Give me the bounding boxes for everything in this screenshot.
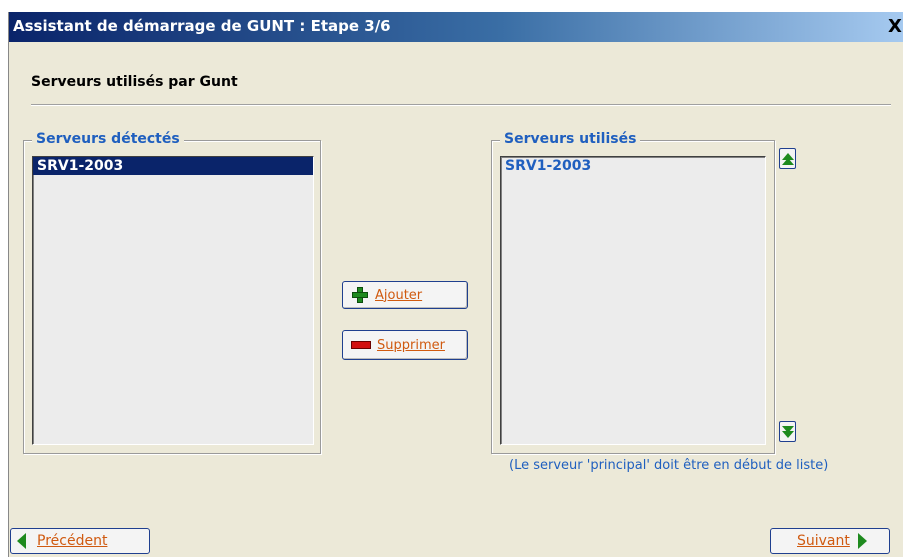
close-button[interactable]: X (886, 14, 903, 38)
arrow-right-icon (857, 533, 867, 549)
used-servers-list[interactable]: SRV1-2003 (500, 156, 766, 445)
wizard-window: Assistant de démarrage de GUNT : Etape 3… (8, 12, 903, 557)
arrow-left-icon (17, 533, 26, 549)
list-item-detected-0[interactable]: SRV1-2003 (33, 157, 313, 175)
minus-icon (351, 341, 371, 349)
add-button[interactable]: Ajouter (342, 281, 468, 309)
used-servers-group: Serveurs utilisés SRV1-2003 (491, 131, 775, 454)
window-title: Assistant de démarrage de GUNT : Etape 3… (13, 17, 391, 35)
used-servers-legend: Serveurs utilisés (500, 131, 641, 147)
separator (31, 104, 891, 106)
detected-servers-legend: Serveurs détectés (32, 131, 184, 147)
plus-icon (351, 286, 369, 304)
move-down-icon (781, 425, 794, 438)
next-button[interactable]: Suivant (770, 528, 890, 554)
title-bar: Assistant de démarrage de GUNT : Etape 3… (9, 12, 903, 42)
previous-button[interactable]: Précédent (10, 528, 150, 554)
close-icon: X (888, 15, 902, 37)
section-title: Serveurs utilisés par Gunt (31, 74, 238, 90)
detected-servers-group: Serveurs détectés SRV1-2003 (23, 131, 321, 454)
move-down-button[interactable] (779, 421, 796, 442)
move-up-icon (781, 152, 794, 165)
move-up-button[interactable] (779, 148, 796, 169)
detected-servers-list[interactable]: SRV1-2003 (32, 156, 314, 445)
hint-text: (Le serveur 'principal' doit être en déb… (509, 458, 829, 473)
remove-button[interactable]: Supprimer (342, 330, 468, 360)
list-item-used-0[interactable]: SRV1-2003 (501, 157, 765, 175)
